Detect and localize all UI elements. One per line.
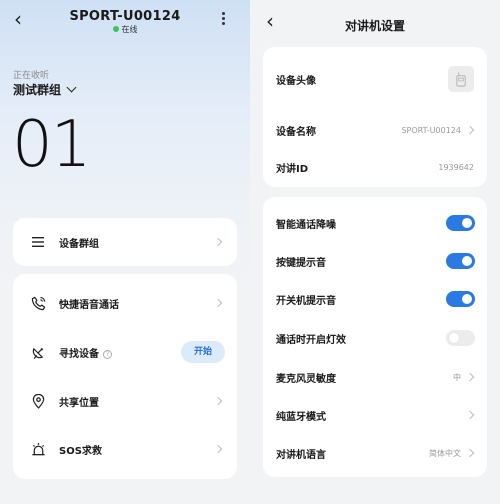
- call-light-toggle[interactable]: [446, 330, 475, 346]
- chevron-right-icon: [465, 410, 475, 420]
- settings-row-label: 对讲机语言: [276, 449, 326, 461]
- settings-row-avatar[interactable]: 设备头像: [263, 47, 487, 111]
- walkie-talkie-icon: [456, 71, 466, 87]
- chevron-right-icon: [213, 298, 223, 308]
- language-value: 简体中文: [429, 448, 461, 458]
- settings-card: 智能通话降噪 按键提示音 开关机提示音 通话时开启灯效 麦克风灵敏度 中 纯蓝牙…: [263, 197, 487, 477]
- chevron-right-icon: [465, 125, 475, 135]
- status-text: 在线: [121, 25, 138, 34]
- channel-number: 01: [12, 108, 91, 182]
- help-icon[interactable]: ?: [103, 349, 112, 359]
- settings-row-label: 通话时开启灯效: [276, 334, 346, 346]
- group-name: 测试群组: [13, 83, 62, 97]
- chevron-right-icon: [465, 372, 475, 382]
- menu-item-label: 快捷语音通话: [59, 299, 119, 311]
- settings-row-noise-reduction: 智能通话降噪: [263, 204, 487, 242]
- talk-id-value: 1939642: [438, 162, 474, 172]
- device-name-value: SPORT-U00124: [401, 125, 461, 135]
- menu-item-label: 寻找设备: [59, 348, 99, 360]
- settings-row-label: 设备头像: [276, 75, 316, 87]
- chevron-right-icon: [465, 448, 475, 458]
- power-tone-toggle[interactable]: [446, 291, 475, 307]
- settings-row-call-light: 通话时开启灯效: [263, 319, 487, 357]
- group-selector[interactable]: 测试群组: [13, 81, 77, 98]
- status-indicator: 在线: [0, 24, 250, 35]
- menu-item-label: 共享位置: [59, 397, 99, 409]
- menu-item-label: 设备群组: [59, 238, 99, 250]
- menu-item-find-device: 寻找设备? 开始: [13, 327, 237, 377]
- chevron-right-icon: [213, 237, 223, 247]
- mic-sensitivity-value: 中: [453, 372, 461, 382]
- settings-row-label: 设备名称: [276, 126, 316, 138]
- phone-icon: [30, 295, 46, 311]
- alarm-light-icon: [30, 441, 46, 457]
- settings-row-label: 纯蓝牙模式: [276, 411, 326, 423]
- more-options-icon[interactable]: [222, 12, 226, 26]
- chevron-right-icon: [213, 396, 223, 406]
- list-icon: [30, 234, 46, 250]
- settings-row-label: 智能通话降噪: [276, 219, 336, 231]
- settings-row-mic-sensitivity[interactable]: 麦克风灵敏度 中: [263, 358, 487, 396]
- noise-reduction-toggle[interactable]: [446, 215, 475, 231]
- receiving-label: 正在收听: [13, 71, 50, 81]
- online-dot-icon: [112, 26, 119, 32]
- menu-item-label: SOS求救: [59, 445, 102, 457]
- chevron-right-icon: [213, 444, 223, 454]
- device-group-card: 设备群组: [13, 218, 237, 266]
- settings-row-label: 麦克风灵敏度: [276, 373, 336, 385]
- device-home-panel: ‹ SPORT-U00124 在线 正在收听 测试群组 01 设备群组 快捷语音…: [0, 0, 250, 504]
- settings-row-talk-id: 对讲ID 1939642: [263, 149, 487, 185]
- menu-item-quick-voice-call[interactable]: 快捷语音通话: [13, 279, 237, 327]
- device-avatar[interactable]: [448, 66, 474, 92]
- settings-row-label: 按键提示音: [276, 257, 326, 269]
- start-find-button[interactable]: 开始: [181, 341, 225, 363]
- satellite-dish-icon: [30, 344, 46, 360]
- settings-row-device-name[interactable]: 设备名称 SPORT-U00124: [263, 111, 487, 149]
- settings-row-label: 对讲ID: [276, 163, 309, 175]
- menu-item-share-location[interactable]: 共享位置: [13, 377, 237, 425]
- walkie-talkie-settings-panel: ‹ 对讲机设置 设备头像 设备名称 SPORT-U00124 对讲ID 1939…: [250, 0, 500, 504]
- settings-row-power-tone: 开关机提示音: [263, 280, 487, 318]
- features-card: 快捷语音通话 寻找设备? 开始 共享位置 SOS求救: [13, 274, 237, 479]
- settings-row-label: 开关机提示音: [276, 295, 336, 307]
- settings-row-bluetooth-only[interactable]: 纯蓝牙模式: [263, 396, 487, 434]
- settings-row-language[interactable]: 对讲机语言 简体中文: [263, 434, 487, 472]
- device-info-card: 设备头像 设备名称 SPORT-U00124 对讲ID 1939642: [263, 47, 487, 187]
- chevron-down-icon: [66, 82, 77, 93]
- menu-item-sos[interactable]: SOS求救: [13, 425, 237, 473]
- location-pin-icon: [30, 393, 46, 409]
- page-title: 对讲机设置: [344, 19, 405, 33]
- menu-item-device-group[interactable]: 设备群组: [13, 218, 237, 266]
- device-name-title: SPORT-U00124: [69, 9, 181, 24]
- key-tone-toggle[interactable]: [446, 253, 475, 269]
- settings-row-key-tone: 按键提示音: [263, 242, 487, 280]
